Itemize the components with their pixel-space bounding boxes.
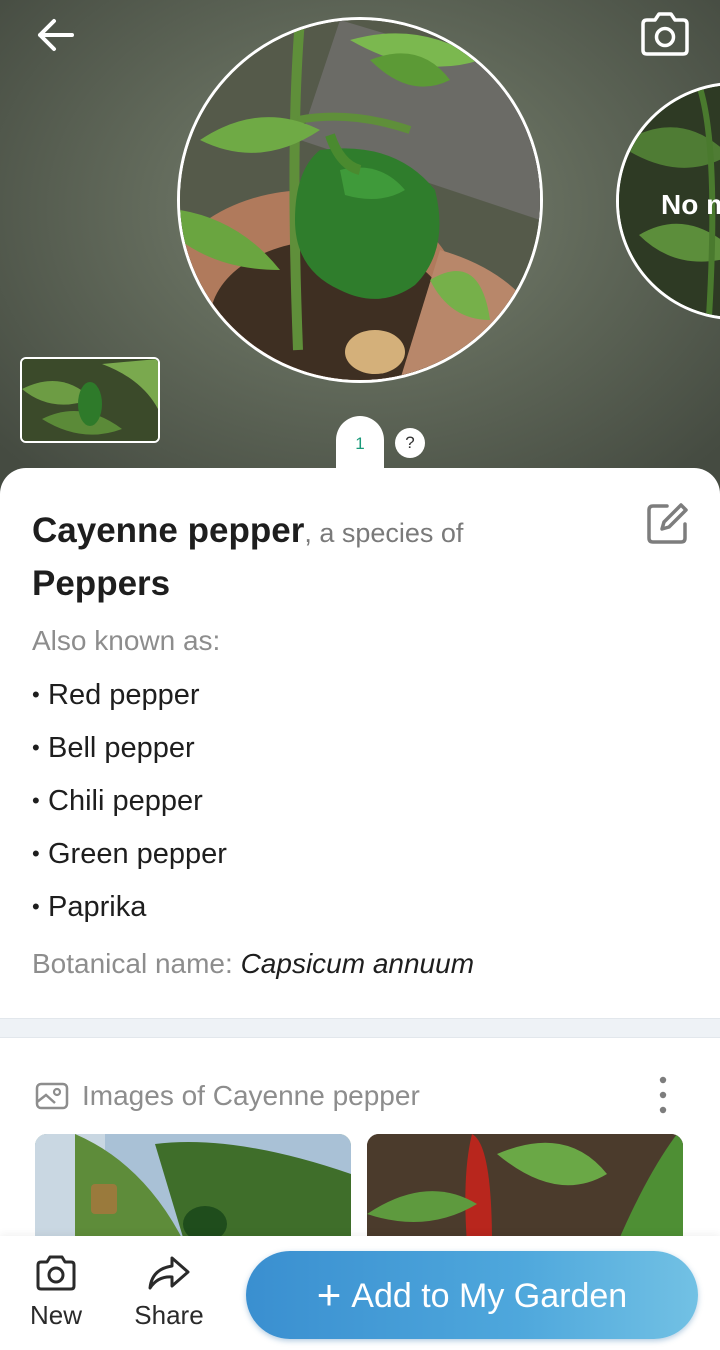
list-item: • Bell pepper xyxy=(32,732,195,764)
camera-icon xyxy=(36,1255,76,1291)
help-label: ? xyxy=(405,433,415,452)
pepper-plant-image xyxy=(180,20,540,380)
new-label: New xyxy=(29,1300,82,1330)
also-known-list: • Red pepper • Bell pepper • Chili pepper •… xyxy=(32,676,227,941)
plant-photo-main[interactable] xyxy=(177,17,543,383)
species-connector: , a species of xyxy=(304,518,464,548)
gallery-photo xyxy=(367,1134,683,1244)
edit-button[interactable] xyxy=(643,500,691,548)
side-photo-label: No m xyxy=(661,189,720,220)
alias-name: Chili pepper xyxy=(48,785,203,817)
share-label: Share xyxy=(134,1300,204,1330)
add-to-garden-label: Add to My Garden xyxy=(351,1277,628,1315)
back-button[interactable] xyxy=(30,14,80,56)
images-section-title: Images of Cayenne pepper xyxy=(82,1080,420,1111)
botanical-name: Capsicum annuum xyxy=(240,948,475,979)
image-icon xyxy=(35,1082,69,1110)
camera-button[interactable] xyxy=(636,10,694,60)
plus-icon: + xyxy=(316,1271,342,1318)
gallery-photo xyxy=(35,1134,351,1244)
images-section: Images of Cayenne pepper xyxy=(0,1038,720,1244)
new-button[interactable]: New xyxy=(20,1254,92,1334)
list-item: • Green pepper xyxy=(32,838,227,870)
list-item: • Paprika xyxy=(32,891,147,923)
photo-page-indicator: 1 xyxy=(336,416,384,486)
add-to-garden-button[interactable]: + Add to My Garden xyxy=(246,1251,698,1339)
plant-photo-next[interactable]: No m xyxy=(616,82,720,320)
botanical-name-row: Botanical name: Capsicum annuum xyxy=(32,948,474,980)
thumbnail-image xyxy=(22,359,158,441)
bottom-action-bar: New Share + Add to My Garden xyxy=(0,1236,720,1350)
section-divider xyxy=(0,1018,720,1038)
plant-info-card: Cayenne pepper, a species of Peppers Als… xyxy=(0,468,720,1018)
genus-name: Peppers xyxy=(32,564,171,603)
help-button[interactable]: ? xyxy=(395,428,425,458)
list-item: • Chili pepper xyxy=(32,785,203,817)
more-options-button[interactable] xyxy=(648,1074,678,1116)
alias-name: Green pepper xyxy=(48,838,227,870)
edit-icon xyxy=(647,503,688,544)
plant-title: Cayenne pepper, a species of Peppers xyxy=(32,508,632,614)
alias-name: Red pepper xyxy=(48,679,200,711)
hero-header: No m 1 ? xyxy=(0,0,720,500)
list-item: • Red pepper xyxy=(32,679,200,711)
more-vertical-icon xyxy=(659,1076,667,1114)
gallery-image[interactable] xyxy=(35,1134,351,1244)
alias-name: Bell pepper xyxy=(48,732,195,764)
photo-thumbnail[interactable] xyxy=(20,357,160,443)
gallery-image[interactable] xyxy=(367,1134,683,1244)
alias-name: Paprika xyxy=(48,891,147,923)
share-icon xyxy=(148,1256,190,1290)
common-name: Cayenne pepper xyxy=(32,511,305,550)
botanical-label: Botanical name: xyxy=(32,948,233,979)
page-number: 1 xyxy=(355,434,365,453)
arrow-left-icon xyxy=(38,19,74,51)
share-button[interactable]: Share xyxy=(126,1254,212,1334)
also-known-heading: Also known as: xyxy=(32,625,221,656)
camera-icon xyxy=(641,12,689,56)
